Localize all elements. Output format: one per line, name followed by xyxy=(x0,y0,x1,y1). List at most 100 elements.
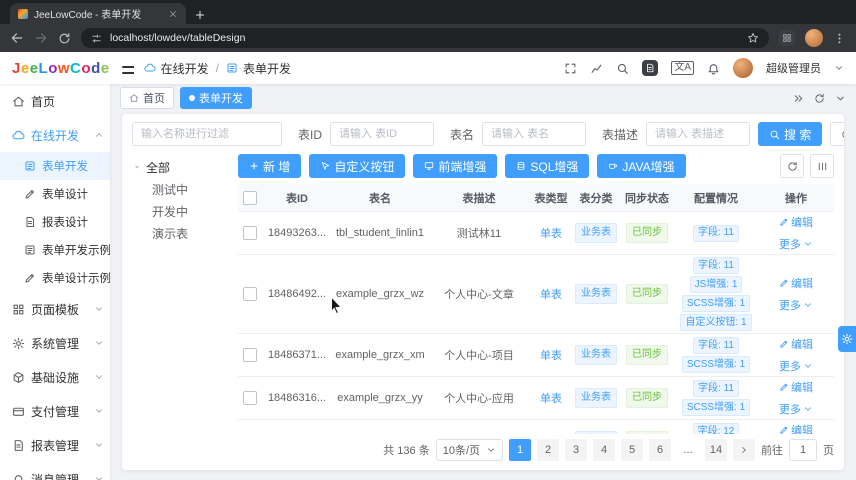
table-row[interactable]: 18493263... tbl_student_linlin1 测试林11 单表… xyxy=(238,212,834,255)
sidebar-item-form-design[interactable]: 表单设计 xyxy=(0,180,110,208)
tab-options-icon[interactable] xyxy=(835,93,846,104)
theme-settings-button[interactable] xyxy=(838,326,856,352)
row-checkbox[interactable] xyxy=(243,391,257,405)
col-table-type[interactable]: 表类型 xyxy=(530,188,572,208)
reload-icon[interactable] xyxy=(58,32,71,45)
address-bar[interactable]: localhost/lowdev/tableDesign xyxy=(81,28,769,48)
page-4[interactable]: 4 xyxy=(593,439,615,461)
sidebar-item-form-dev[interactable]: 表单开发 xyxy=(0,152,110,180)
scroll-right-icon[interactable] xyxy=(793,93,804,104)
column-settings-button[interactable] xyxy=(810,154,834,178)
table-row[interactable]: 18486371... example_grzx_xm 个人中心-项目 单表 业… xyxy=(238,334,834,377)
edit-link[interactable]: 编辑 xyxy=(779,336,813,352)
add-button[interactable]: 新 增 xyxy=(238,154,302,178)
col-table-name[interactable]: 表名 xyxy=(332,188,428,208)
frontend-enhance-button[interactable]: 前端增强 xyxy=(413,154,498,178)
col-table-id[interactable]: 表ID xyxy=(262,188,332,208)
page-ellipsis[interactable]: ... xyxy=(677,439,699,461)
custom-button-button[interactable]: 自定义按钮 xyxy=(309,154,406,178)
back-icon[interactable] xyxy=(10,31,24,45)
chart-icon[interactable] xyxy=(590,62,603,75)
caret-down-icon[interactable] xyxy=(132,162,142,172)
search-icon[interactable] xyxy=(616,62,629,75)
page-5[interactable]: 5 xyxy=(621,439,643,461)
sidebar-item-message-mgmt[interactable]: 消息管理 xyxy=(0,462,110,480)
sidebar-item-label: 基础设施 xyxy=(31,370,80,385)
sidebar-item-infrastructure[interactable]: 基础设施 xyxy=(0,360,110,394)
java-enhance-button[interactable]: JAVA增强 xyxy=(597,154,686,178)
edit-link[interactable]: 编辑 xyxy=(779,422,813,434)
username[interactable]: 超级管理员 xyxy=(766,60,821,76)
row-checkbox[interactable] xyxy=(243,287,257,301)
sidebar-item-form-design-examples[interactable]: 表单设计示例 xyxy=(0,264,110,292)
col-sync-status[interactable]: 同步状态 xyxy=(620,188,674,208)
sidebar-item-report-mgmt[interactable]: 报表管理 xyxy=(0,428,110,462)
tune-icon[interactable] xyxy=(91,33,102,44)
edit-link[interactable]: 编辑 xyxy=(779,379,813,395)
forward-icon[interactable] xyxy=(34,31,48,45)
page-1[interactable]: 1 xyxy=(509,439,531,461)
bell-icon[interactable] xyxy=(707,62,720,75)
table-id-input[interactable] xyxy=(330,122,435,146)
row-checkbox[interactable] xyxy=(243,226,257,240)
tree-node-demo[interactable]: 演示表 xyxy=(132,222,232,244)
user-menu-chevron-icon[interactable] xyxy=(834,63,844,73)
col-table-desc[interactable]: 表描述 xyxy=(428,188,530,208)
sidebar-item-payment-mgmt[interactable]: 支付管理 xyxy=(0,394,110,428)
table-row[interactable]: 18483017... example_xmgl_cylb 项目管理-成员列表 … xyxy=(238,420,834,434)
browser-menu-icon[interactable] xyxy=(833,32,846,45)
bookmark-star-icon[interactable] xyxy=(747,32,759,44)
translate-icon[interactable]: 文A xyxy=(671,61,694,75)
sidebar-item-online-dev[interactable]: 在线开发 xyxy=(0,118,110,152)
page-2[interactable]: 2 xyxy=(537,439,559,461)
col-config[interactable]: 配置情况 xyxy=(674,188,758,208)
col-category[interactable]: 表分类 xyxy=(572,188,620,208)
sql-enhance-button[interactable]: SQL增强 xyxy=(505,154,590,178)
table-row[interactable]: 18486492... example_grzx_wz 个人中心-文章 单表 业… xyxy=(238,255,834,334)
col-actions[interactable]: 操作 xyxy=(758,188,834,208)
page-3[interactable]: 3 xyxy=(565,439,587,461)
page-14[interactable]: 14 xyxy=(705,439,727,461)
tab-form-dev[interactable]: 表单开发 xyxy=(180,87,252,109)
browser-profile-avatar[interactable] xyxy=(805,29,823,47)
sidebar-item-page-templates[interactable]: 页面模板 xyxy=(0,292,110,326)
next-page-button[interactable] xyxy=(733,439,755,461)
more-link[interactable]: 更多 xyxy=(779,401,813,417)
clear-button[interactable]: 清 空 xyxy=(830,122,844,146)
table-desc-input[interactable] xyxy=(646,122,751,146)
extension-icon[interactable] xyxy=(779,30,795,46)
tree-node-developing[interactable]: 开发中 xyxy=(132,200,232,222)
table-name-input[interactable] xyxy=(482,122,587,146)
more-link[interactable]: 更多 xyxy=(779,297,813,313)
breadcrumb-form-dev[interactable]: 表单开发 xyxy=(243,60,291,77)
tab-home[interactable]: 首页 xyxy=(120,87,174,109)
sidebar-item-system-mgmt[interactable]: 系统管理 xyxy=(0,326,110,360)
tree-node-testing[interactable]: 测试中 xyxy=(132,178,232,200)
breadcrumb-online-dev[interactable]: 在线开发 xyxy=(161,60,209,77)
sidebar-item-home[interactable]: 首页 xyxy=(0,84,110,118)
new-tab-icon[interactable] xyxy=(194,9,206,21)
select-all-checkbox[interactable] xyxy=(243,190,257,205)
docs-icon[interactable] xyxy=(642,60,659,76)
hamburger-icon[interactable] xyxy=(120,61,134,75)
tree-node-all[interactable]: 全部 xyxy=(132,156,232,178)
sidebar-item-form-dev-examples[interactable]: 表单开发示例 xyxy=(0,236,110,264)
page-size-select[interactable]: 10条/页 xyxy=(435,439,503,461)
refresh-tab-icon[interactable] xyxy=(814,93,825,104)
tree-filter-input[interactable] xyxy=(132,122,282,146)
fullscreen-icon[interactable] xyxy=(564,62,577,75)
edit-link[interactable]: 编辑 xyxy=(779,214,813,230)
browser-tab[interactable]: JeeLowCode - 表单开发 xyxy=(10,3,186,24)
refresh-table-button[interactable] xyxy=(780,154,804,178)
avatar[interactable] xyxy=(733,58,753,78)
more-link[interactable]: 更多 xyxy=(779,358,813,374)
row-checkbox[interactable] xyxy=(243,348,257,362)
table-row[interactable]: 18486316... example_grzx_yy 个人中心-应用 单表 业… xyxy=(238,377,834,420)
page-6[interactable]: 6 xyxy=(649,439,671,461)
sidebar-item-report-design[interactable]: 报表设计 xyxy=(0,208,110,236)
edit-link[interactable]: 编辑 xyxy=(779,275,813,291)
tab-close-icon[interactable] xyxy=(168,9,178,19)
more-link[interactable]: 更多 xyxy=(779,236,813,252)
goto-page-input[interactable] xyxy=(789,439,817,461)
search-button[interactable]: 搜 索 xyxy=(758,122,823,146)
